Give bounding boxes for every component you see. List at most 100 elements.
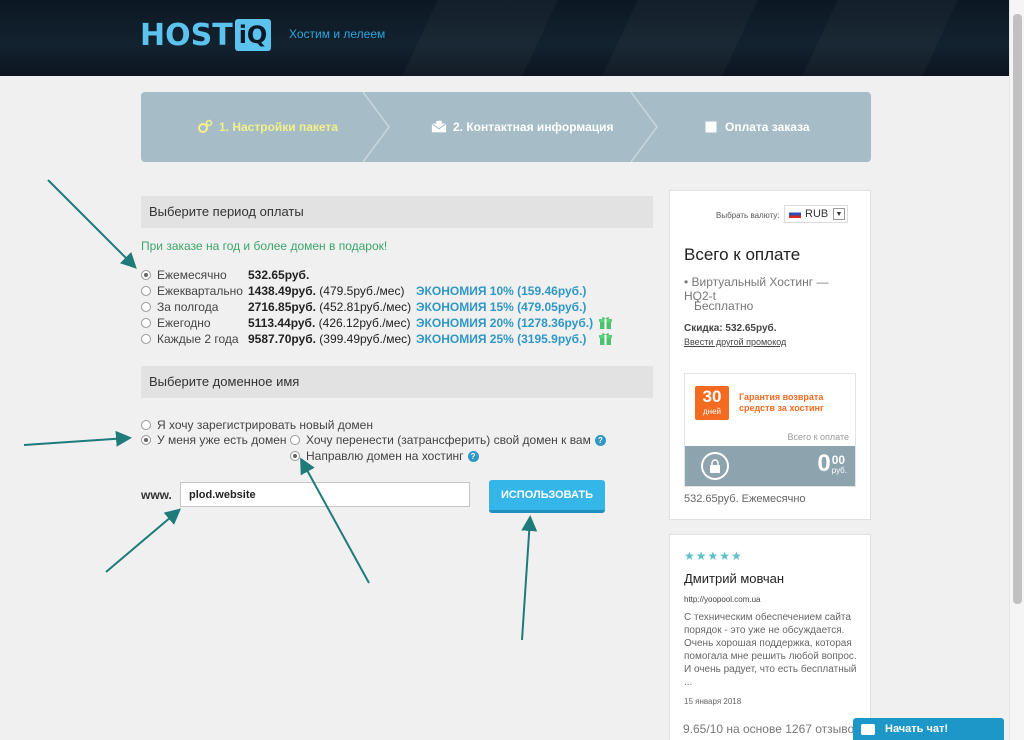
- radio-button[interactable]: [141, 301, 151, 312]
- review-date: 15 января 2018: [684, 697, 742, 706]
- total-int: 0: [817, 450, 831, 477]
- envelope-icon: [431, 119, 447, 135]
- option-label: Я хочу зарегистрировать новый домен: [157, 418, 373, 432]
- step-label: 2. Контактная информация: [453, 120, 614, 134]
- hostiq-logo[interactable]: HOST iQ: [140, 17, 272, 53]
- radio-button[interactable]: [141, 435, 151, 445]
- price-value: 532.65руб.: [248, 267, 310, 282]
- period-saving: ЭКОНОМИЯ 20% (1278.36руб.): [416, 315, 594, 330]
- chevron-down-icon: ▼: [833, 208, 845, 220]
- checkout-steps: 1. Настройки пакета 2. Контактная информ…: [141, 92, 871, 162]
- period-name: Ежегодно: [157, 315, 211, 330]
- step-separator: [362, 92, 390, 162]
- radio-button[interactable]: [141, 317, 151, 328]
- period-option-monthly[interactable]: Ежемесячно 532.65руб.: [141, 267, 309, 282]
- option-label: У меня уже есть домен: [157, 433, 287, 447]
- total-cents: 00: [831, 453, 846, 467]
- guarantee-text-line: Гарантия возврата: [739, 392, 824, 402]
- price-value: 9587.70руб.: [248, 331, 316, 346]
- guarantee-text: Гарантия возврата средств за хостинг: [739, 392, 824, 414]
- period-option-two-years[interactable]: Каждые 2 года 9587.70руб. (399.49руб./ме…: [141, 331, 612, 346]
- logo-iq-text: iQ: [234, 19, 272, 51]
- period-price: 2716.85руб. (452.81руб./мес): [248, 300, 411, 314]
- period-name: За полгода: [157, 299, 219, 314]
- period-saving: ЭКОНОМИЯ 25% (3195.9руб.): [416, 331, 587, 346]
- reviewer-name: Дмитрий мовчан: [684, 571, 784, 586]
- checkbox-icon: [703, 119, 719, 135]
- radio-button[interactable]: [141, 269, 151, 280]
- step-separator: [630, 92, 658, 162]
- total-amount: 0 00 руб.: [817, 450, 847, 478]
- period-option-yearly[interactable]: Ежегодно 5113.44руб. (426.12руб./мес) ЭК…: [141, 315, 612, 330]
- total-label: Всего к оплате: [787, 432, 849, 442]
- domain-option-point[interactable]: Направлю домен на хостинг ?: [290, 449, 479, 463]
- option-label: Направлю домен на хостинг: [306, 449, 464, 463]
- use-domain-button[interactable]: ИСПОЛЬЗОВАТЬ: [489, 480, 605, 513]
- help-icon[interactable]: ?: [594, 434, 606, 446]
- currency-select[interactable]: RUB ▼: [784, 205, 848, 223]
- period-option-quarterly[interactable]: Ежеквартально 1438.49руб. (479.5руб./мес…: [141, 283, 586, 298]
- help-icon[interactable]: ?: [467, 450, 479, 462]
- period-name: Каждые 2 года: [157, 331, 239, 346]
- step-payment[interactable]: Оплата заказа: [703, 92, 810, 162]
- period-saving: ЭКОНОМИЯ 15% (479.05руб.): [416, 299, 587, 314]
- price-value: 1438.49руб.: [248, 283, 316, 298]
- gift-icon: [599, 317, 612, 329]
- guarantee-badge: 30 дней: [695, 386, 729, 420]
- period-section-title: Выберите период оплаты: [141, 196, 653, 228]
- chat-label: Начать чат!: [885, 723, 949, 735]
- www-label: www.: [141, 488, 172, 502]
- tagline: Хостим и лелеем: [289, 27, 386, 41]
- total-fraction: 00 руб.: [832, 454, 847, 475]
- period-name: Ежемесячно: [157, 267, 227, 282]
- overall-rating: 9.65/10 на основе 1267 отзывов: [683, 722, 861, 736]
- option-label: Хочу перенести (затрансферить) свой доме…: [306, 433, 591, 447]
- currency-value: RUB: [805, 208, 829, 220]
- step-contact-info[interactable]: 2. Контактная информация: [431, 92, 614, 162]
- step-package-settings[interactable]: 1. Настройки пакета: [197, 92, 338, 162]
- step-label: Оплата заказа: [725, 120, 810, 134]
- price-per-month: (452.81руб./мес): [315, 299, 412, 314]
- order-summary-panel: Выбрать валюту: RUB ▼ Всего к оплате • В…: [669, 190, 871, 520]
- period-price: 532.65руб.: [248, 268, 309, 282]
- total-unit: руб.: [831, 466, 847, 475]
- lock-icon: [701, 452, 729, 480]
- total-bar: 0 00 руб.: [685, 446, 855, 486]
- domain-option-transfer[interactable]: Хочу перенести (затрансферить) свой доме…: [290, 433, 606, 447]
- period-price: 9587.70руб. (399.49руб./мес): [248, 332, 411, 346]
- page-scrollbar[interactable]: [1009, 0, 1024, 740]
- domain-input[interactable]: [180, 482, 470, 507]
- radio-button[interactable]: [290, 435, 300, 445]
- gears-icon: [197, 119, 213, 135]
- chat-button[interactable]: Начать чат!: [853, 718, 1004, 740]
- radio-button[interactable]: [290, 451, 300, 461]
- price-per-month: (426.12руб./мес): [315, 315, 411, 330]
- domain-option-have[interactable]: У меня уже есть домен: [141, 433, 287, 447]
- reviewer-site[interactable]: http://yoopool.com.ua: [684, 595, 761, 604]
- gift-icon: [599, 333, 612, 345]
- guarantee-box: 30 дней Гарантия возврата средств за хос…: [684, 373, 856, 487]
- item-price: Бесплатно: [694, 299, 754, 313]
- period-saving: ЭКОНОМИЯ 10% (159.46руб.): [416, 283, 587, 298]
- scrollbar-thumb[interactable]: [1013, 14, 1022, 604]
- logo-host-text: HOST: [140, 17, 233, 53]
- period-price: 5113.44руб. (426.12руб./мес): [248, 316, 410, 330]
- russia-flag-icon: [789, 210, 801, 218]
- price-value: 5113.44руб.: [248, 315, 316, 330]
- period-name: Ежеквартально: [157, 283, 243, 298]
- radio-button[interactable]: [141, 333, 151, 344]
- review-card: ★★★★★ Дмитрий мовчан http://yoopool.com.…: [669, 534, 871, 740]
- currency-label: Выбрать валюту:: [716, 211, 780, 220]
- radio-button[interactable]: [141, 420, 151, 430]
- monthly-price: 532.65руб. Ежемесячно: [684, 493, 806, 505]
- total-title: Всего к оплате: [684, 245, 801, 264]
- guarantee-text-line: средств за хостинг: [739, 403, 824, 413]
- promo-text: При заказе на год и более домен в подаро…: [141, 239, 388, 253]
- site-header: HOST iQ Хостим и лелеем: [0, 0, 1024, 76]
- radio-button[interactable]: [141, 285, 151, 296]
- promo-code-link[interactable]: Ввести другой промокод: [684, 337, 786, 347]
- period-option-half-year[interactable]: За полгода 2716.85руб. (452.81руб./мес) …: [141, 299, 586, 314]
- price-per-month: (479.5руб./мес): [315, 283, 405, 298]
- domain-option-register[interactable]: Я хочу зарегистрировать новый домен: [141, 418, 373, 432]
- guarantee-days: 30: [702, 387, 722, 406]
